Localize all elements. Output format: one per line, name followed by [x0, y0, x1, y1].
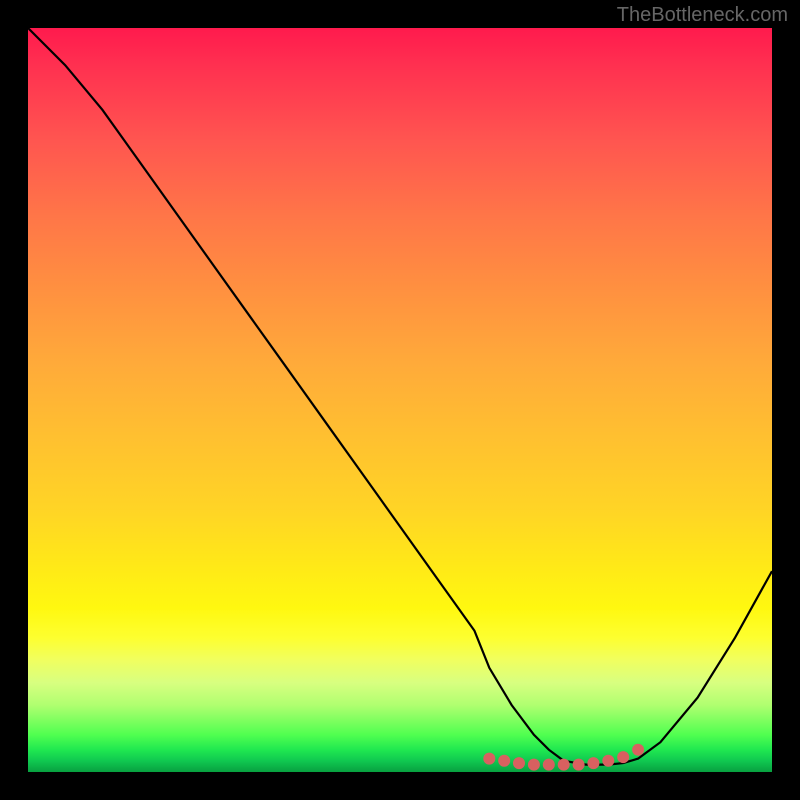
- optimal-marker-dot: [513, 757, 525, 769]
- bottleneck-curve-line: [28, 28, 772, 765]
- optimal-marker-dot: [528, 759, 540, 771]
- chart-plot-area: [28, 28, 772, 772]
- chart-svg: [28, 28, 772, 772]
- optimal-range-markers: [483, 744, 644, 771]
- optimal-marker-dot: [498, 755, 510, 767]
- optimal-marker-dot: [587, 757, 599, 769]
- optimal-marker-dot: [632, 744, 644, 756]
- watermark-text: TheBottleneck.com: [617, 4, 788, 27]
- optimal-marker-dot: [558, 759, 570, 771]
- optimal-marker-dot: [573, 759, 585, 771]
- optimal-marker-dot: [617, 751, 629, 763]
- optimal-marker-dot: [543, 759, 555, 771]
- optimal-marker-dot: [483, 753, 495, 765]
- optimal-marker-dot: [602, 755, 614, 767]
